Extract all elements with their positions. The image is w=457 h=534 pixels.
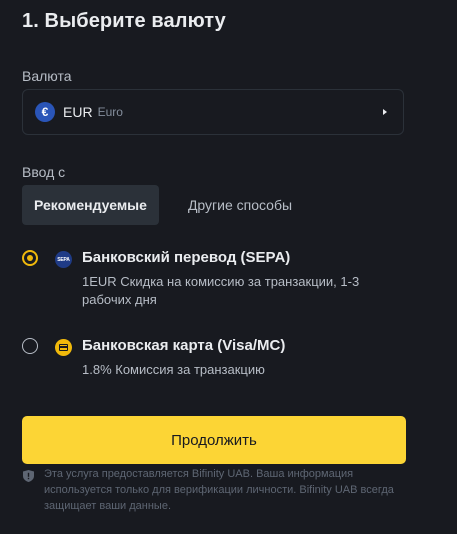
tab-recommended[interactable]: Рекомендуемые bbox=[22, 185, 159, 225]
payment-option-sepa[interactable]: SEPA Банковский перевод (SEPA) 1EUR Скид… bbox=[22, 249, 422, 310]
radio-selected[interactable] bbox=[22, 250, 38, 266]
option-description: 1EUR Скидка на комиссию за транзакции, 1… bbox=[82, 274, 360, 307]
currency-select[interactable]: € EUR Euro bbox=[22, 89, 404, 135]
continue-button[interactable]: Продолжить bbox=[22, 416, 406, 464]
option-title: Банковская карта (Visa/MC) bbox=[82, 337, 286, 354]
payment-source-label: Ввод с bbox=[22, 164, 66, 180]
currency-name: Euro bbox=[97, 105, 123, 119]
euro-icon: € bbox=[35, 102, 55, 122]
tab-other-methods[interactable]: Другие способы bbox=[176, 185, 304, 225]
payment-tabs: Рекомендуемые Другие способы bbox=[22, 185, 304, 225]
radio-unselected[interactable] bbox=[22, 338, 38, 354]
credit-card-icon bbox=[55, 339, 72, 356]
buy-crypto-form: 1. Выберите валюту Валюта € EUR Euro Вво… bbox=[0, 0, 457, 534]
caret-right-icon bbox=[383, 109, 387, 115]
option-description: 1.8% Комиссия за транзакцию bbox=[82, 362, 265, 377]
shield-icon bbox=[23, 470, 34, 482]
sepa-icon: SEPA bbox=[55, 251, 72, 268]
page-title: 1. Выберите валюту bbox=[22, 10, 226, 32]
payment-option-card[interactable]: Банковская карта (Visa/MC) 1.8% Комиссия… bbox=[22, 337, 422, 380]
option-title: Банковский перевод (SEPA) bbox=[82, 249, 291, 266]
currency-label: Валюта bbox=[22, 68, 72, 84]
disclaimer-text: Эта услуга предоставляется Bifinity UAB.… bbox=[44, 468, 394, 512]
currency-code: EUR bbox=[63, 104, 93, 120]
